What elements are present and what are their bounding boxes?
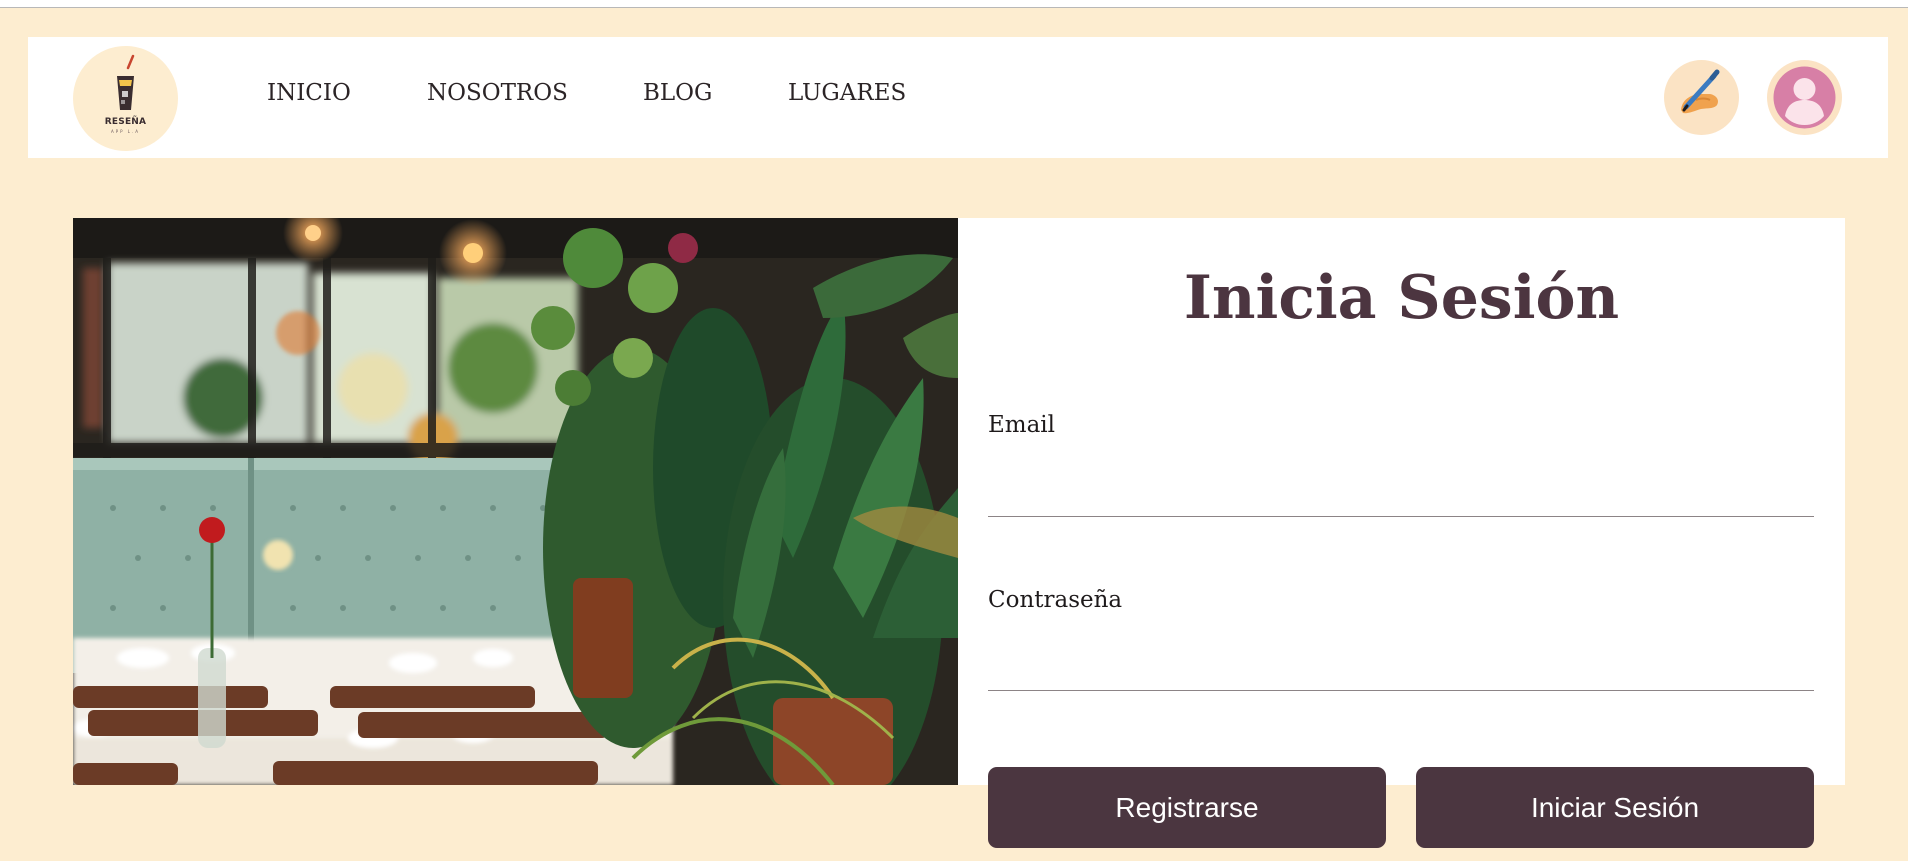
password-label: Contraseña [988,587,1123,613]
nav-link-nosotros[interactable]: NOSOTROS [427,82,568,105]
login-panel: Inicia Sesión Email Contraseña [958,218,1845,785]
brand-logo-subtext: APP L.A [110,129,141,134]
writing-hand-icon [1681,69,1720,114]
email-label: Email [988,412,1056,438]
nav-link-lugares[interactable]: LUGARES [788,82,906,105]
user-avatar-icon [1773,66,1836,129]
brand-logo-text: RESEÑA [104,117,147,127]
write-review-button[interactable] [1664,60,1739,135]
drink-cup-icon [117,54,135,110]
profile-button[interactable] [1767,60,1842,135]
nav-link-inicio[interactable]: INICIO [267,82,351,105]
browser-top-border [0,0,1908,8]
restaurant-interior-image [73,218,958,785]
page-title: Inicia Sesión [1183,263,1620,333]
navbar: RESEÑA APP L.A INICIO NOSOTROS BLOG LUGA… [28,37,1888,158]
nav-link-blog[interactable]: BLOG [643,82,712,105]
hero-restaurant-photo [73,218,958,785]
login-button[interactable]: Iniciar Sesión [1416,767,1814,848]
password-field[interactable] [988,646,1814,691]
email-field[interactable] [988,472,1814,517]
register-button[interactable]: Registrarse [988,767,1386,848]
brand-logo[interactable]: RESEÑA APP L.A [73,46,178,151]
